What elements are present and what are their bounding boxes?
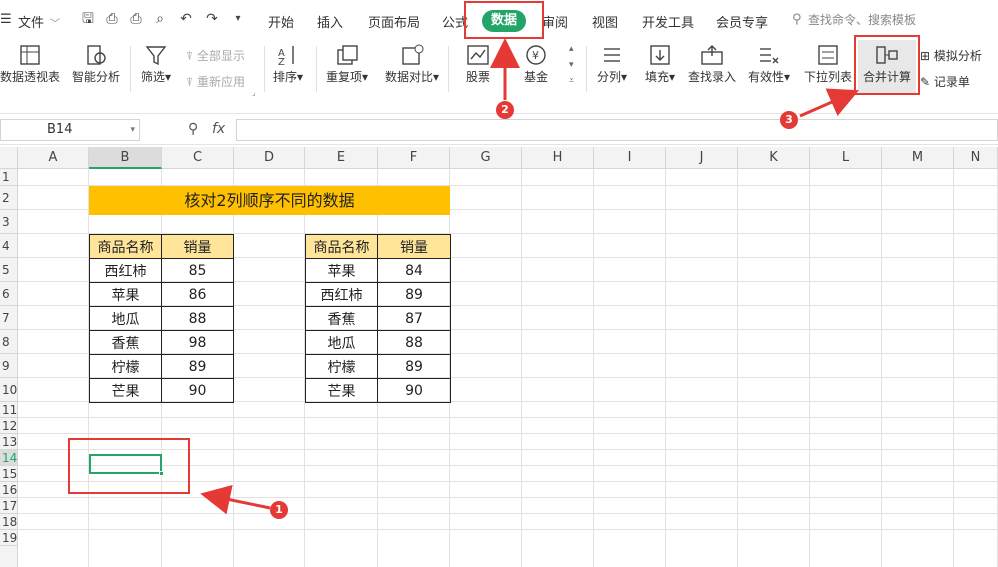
annotation-arrows xyxy=(200,38,859,515)
step-badge-2: 2 xyxy=(496,101,514,119)
arrow-step1 xyxy=(200,484,271,515)
step-badge-3: 3 xyxy=(780,111,798,129)
arrow-step3 xyxy=(799,88,859,118)
step-badge-1: 1 xyxy=(270,501,288,519)
